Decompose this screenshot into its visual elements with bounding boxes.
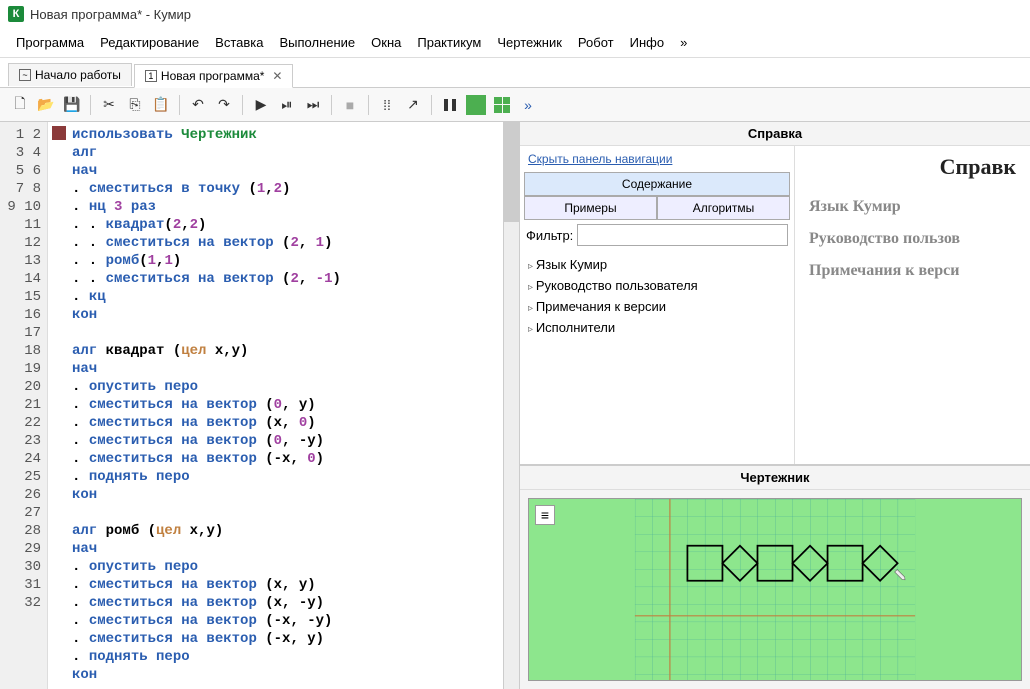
drawing-title: Чертежник <box>520 466 1030 490</box>
arrow-icon[interactable]: ↗ <box>401 93 425 117</box>
nav-tab-contents[interactable]: Содержание <box>524 172 790 196</box>
drawing-canvas[interactable]: ≡ <box>528 498 1022 681</box>
menu-info[interactable]: Инфо <box>624 33 670 52</box>
open-file-icon[interactable]: 📂 <box>34 93 58 117</box>
menu-drawer[interactable]: Чертежник <box>491 33 568 52</box>
tree-item[interactable]: Исполнители <box>528 317 786 338</box>
hide-nav-link[interactable]: Скрыть панель навигации <box>520 146 794 172</box>
window-title: Новая программа* - Кумир <box>30 7 191 22</box>
separator <box>90 95 91 115</box>
filter-row: Фильтр: <box>520 220 794 250</box>
help-link[interactable]: Руководство пользов <box>809 230 1016 248</box>
help-panel: Скрыть панель навигации Содержание Приме… <box>520 146 1030 466</box>
paste-icon[interactable]: 📋 <box>149 93 173 117</box>
editor-pane: 1 2 3 4 5 6 7 8 9 10 11 12 13 14 15 16 1… <box>0 122 520 689</box>
toolbar: 🗋 📂 💾 ✂ ⎘ 📋 ↶ ↷ ▶ ⏯ ⏭ ■ ⁞⁞ ↗ » <box>0 88 1030 122</box>
help-tree: Язык Кумир Руководство пользователя Прим… <box>520 250 794 342</box>
menu-run[interactable]: Выполнение <box>273 33 361 52</box>
help-content-title: Справк <box>809 154 1016 180</box>
help-nav: Скрыть панель навигации Содержание Приме… <box>520 146 795 464</box>
tab-close-icon[interactable]: ✕ <box>272 69 282 83</box>
new-file-icon[interactable]: 🗋 <box>8 93 32 117</box>
menubar: Программа Редактирование Вставка Выполне… <box>0 28 1030 58</box>
nav-tab-algorithms[interactable]: Алгоритмы <box>657 196 790 220</box>
nav-tabs: Содержание Примеры Алгоритмы <box>520 172 794 220</box>
menu-program[interactable]: Программа <box>10 33 90 52</box>
bars-icon[interactable] <box>438 93 462 117</box>
stop-icon[interactable]: ■ <box>338 93 362 117</box>
scrollbar-thumb[interactable] <box>504 122 519 222</box>
filter-label: Фильтр: <box>526 228 573 243</box>
separator <box>331 95 332 115</box>
vertical-scrollbar[interactable] <box>503 122 519 689</box>
filter-input[interactable] <box>577 224 788 246</box>
app-icon: К <box>8 6 24 22</box>
drawing-panel: Чертежник ≡ <box>520 466 1030 689</box>
grid-icon[interactable] <box>490 93 514 117</box>
save-file-icon[interactable]: 💾 <box>60 93 84 117</box>
main-area: 1 2 3 4 5 6 7 8 9 10 11 12 13 14 15 16 1… <box>0 122 1030 689</box>
separator <box>179 95 180 115</box>
right-pane: Справка Скрыть панель навигации Содержан… <box>520 122 1030 689</box>
tab-start[interactable]: ~ Начало работы <box>8 63 132 86</box>
tree-item[interactable]: Руководство пользователя <box>528 275 786 296</box>
tree-item[interactable]: Примечания к версии <box>528 296 786 317</box>
document-tabs: ~ Начало работы 1 Новая программа* ✕ <box>0 58 1030 88</box>
step-icon[interactable]: ⏯ <box>275 93 299 117</box>
green-square-icon[interactable] <box>464 93 488 117</box>
tab-program[interactable]: 1 Новая программа* ✕ <box>134 64 294 88</box>
menu-practicum[interactable]: Практикум <box>411 33 487 52</box>
menu-windows[interactable]: Окна <box>365 33 407 52</box>
code-area[interactable]: использовать Чертежник алг нач . сместит… <box>48 122 503 689</box>
menu-edit[interactable]: Редактирование <box>94 33 205 52</box>
help-panel-title: Справка <box>520 122 1030 146</box>
titlebar: К Новая программа* - Кумир <box>0 0 1030 28</box>
redo-icon[interactable]: ↷ <box>212 93 236 117</box>
line-gutter: 1 2 3 4 5 6 7 8 9 10 11 12 13 14 15 16 1… <box>0 122 48 689</box>
help-link[interactable]: Язык Кумир <box>809 198 1016 216</box>
tree-item[interactable]: Язык Кумир <box>528 254 786 275</box>
tab-start-label: Начало работы <box>35 68 121 82</box>
nav-tab-examples[interactable]: Примеры <box>524 196 657 220</box>
separator <box>431 95 432 115</box>
help-link[interactable]: Примечания к верси <box>809 262 1016 280</box>
undo-icon[interactable]: ↶ <box>186 93 210 117</box>
drawing-grid <box>529 499 1021 680</box>
menu-insert[interactable]: Вставка <box>209 33 269 52</box>
dots-icon[interactable]: ⁞⁞ <box>375 93 399 117</box>
separator <box>242 95 243 115</box>
step-over-icon[interactable]: ⏭ <box>301 93 325 117</box>
chevron-icon[interactable]: » <box>516 93 540 117</box>
tab-start-icon: ~ <box>19 69 31 81</box>
tab-program-label: Новая программа* <box>161 69 265 83</box>
breakpoint-marker[interactable] <box>52 126 66 140</box>
menu-robot[interactable]: Робот <box>572 33 620 52</box>
run-icon[interactable]: ▶ <box>249 93 273 117</box>
cut-icon[interactable]: ✂ <box>97 93 121 117</box>
tab-program-icon: 1 <box>145 70 157 82</box>
copy-icon[interactable]: ⎘ <box>123 93 147 117</box>
code-text[interactable]: использовать Чертежник алг нач . сместит… <box>48 122 503 688</box>
menu-more[interactable]: » <box>674 33 693 52</box>
separator <box>368 95 369 115</box>
help-content: Справк Язык Кумир Руководство пользов Пр… <box>795 146 1030 464</box>
